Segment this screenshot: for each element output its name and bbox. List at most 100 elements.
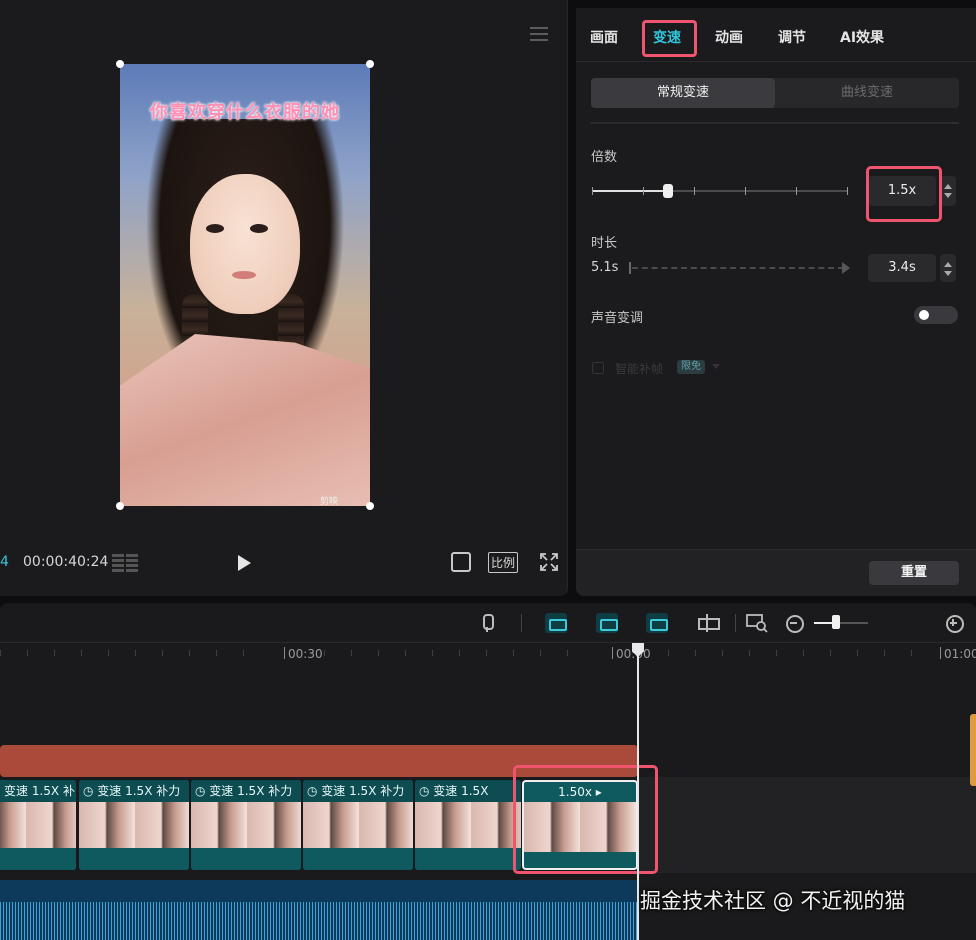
- ruler-tick: [722, 650, 723, 656]
- total-time: 00:00:40:24: [23, 554, 109, 570]
- frame-interp-checkbox[interactable]: [592, 362, 604, 374]
- clip-speed-label: 变速 1.5X: [321, 784, 377, 798]
- video-clip[interactable]: ◷ 变速 1.5X 补力: [79, 780, 189, 870]
- current-time: 4: [0, 554, 9, 570]
- tab-ai-effects[interactable]: AI效果: [840, 27, 884, 47]
- speed-tick: [745, 187, 746, 195]
- speed-tick: [643, 187, 644, 195]
- properties-tabs: [576, 8, 976, 62]
- tab-speed-highlight: [642, 20, 697, 57]
- ruler-tick: [567, 650, 568, 656]
- speed-stepper[interactable]: [940, 176, 956, 206]
- canvas-handle-tr[interactable]: [366, 60, 374, 68]
- tab-animation[interactable]: 动画: [715, 27, 743, 47]
- toolbar-divider: [735, 614, 736, 632]
- ratio-button[interactable]: 比例: [488, 552, 519, 573]
- playhead[interactable]: [637, 646, 639, 940]
- clip-suffix: 补力: [380, 784, 405, 798]
- video-lips: [232, 271, 256, 279]
- ruler-tick: [911, 650, 912, 656]
- canvas-handle-tl[interactable]: [116, 60, 124, 68]
- speed-tick: [847, 187, 848, 195]
- reset-button[interactable]: 重置: [869, 561, 959, 585]
- ruler-label: 01:00: [944, 647, 976, 661]
- video-preview[interactable]: 你喜欢穿什么衣服的她 剪映: [120, 64, 370, 506]
- duration-arrow-icon: [842, 262, 850, 274]
- ruler-tick: [459, 650, 460, 656]
- duration-stepper[interactable]: [940, 254, 956, 282]
- pitch-toggle[interactable]: [914, 306, 958, 324]
- ruler-tick: [668, 650, 669, 656]
- split-icon[interactable]: [696, 613, 720, 633]
- link-clips-icon[interactable]: [545, 613, 567, 633]
- speed-tick: [796, 187, 797, 195]
- play-button[interactable]: [238, 555, 251, 571]
- menu-icon[interactable]: [530, 27, 548, 41]
- video-clip[interactable]: ◷ 变速 1.5X 补力: [303, 780, 413, 870]
- chevron-down-icon[interactable]: [712, 364, 720, 369]
- ruler-tick: [0, 650, 1, 656]
- video-face: [190, 174, 300, 314]
- ruler-tick: [162, 650, 163, 656]
- speed-tick: [592, 187, 593, 195]
- video-clip[interactable]: 变速 1.5X 补力: [0, 780, 76, 870]
- linkage-icon[interactable]: [646, 613, 668, 633]
- speed-tick: [694, 187, 695, 195]
- canvas-handle-br[interactable]: [366, 502, 374, 510]
- fullscreen-icon[interactable]: [540, 553, 558, 571]
- canvas-handle-bl[interactable]: [116, 502, 124, 510]
- tab-image[interactable]: 画面: [590, 27, 618, 47]
- ruler-tick: [27, 650, 28, 656]
- mic-icon[interactable]: [476, 613, 498, 633]
- clip-thumbnail: [303, 802, 413, 848]
- tab-adjust[interactable]: 调节: [778, 27, 806, 47]
- panel-resize-handle[interactable]: [970, 714, 976, 786]
- zoom-slider-knob[interactable]: [832, 615, 840, 629]
- ruler-tick: [749, 650, 750, 656]
- duration-label: 时长: [591, 236, 618, 251]
- video-clip[interactable]: ◷ 变速 1.5X 补力: [191, 780, 301, 870]
- frame-grid-icon[interactable]: [112, 554, 138, 572]
- ruler-tick: [54, 650, 55, 656]
- ruler-tick: [324, 650, 325, 656]
- clip-speed-label: 变速 1.5X: [433, 784, 489, 798]
- ruler-major-tick: [612, 647, 613, 659]
- video-eye-left: [206, 224, 224, 233]
- ruler-tick: [803, 650, 804, 656]
- clip-thumbnail: [415, 802, 521, 848]
- duration-input[interactable]: 3.4s: [868, 254, 936, 282]
- clip-thumbnail: [79, 802, 189, 848]
- ruler-tick: [108, 650, 109, 656]
- clip-suffix: 补力: [156, 784, 181, 798]
- toolbar-divider: [521, 614, 522, 632]
- frame-interp-label: 智能补帧: [615, 362, 664, 376]
- track-background: [638, 777, 976, 873]
- free-badge: 限免: [677, 360, 705, 374]
- ruler-tick: [135, 650, 136, 656]
- clip-suffix: 补力: [62, 784, 76, 798]
- clip-speed-label: 变速 1.5X: [4, 784, 60, 798]
- ruler-major-tick: [940, 647, 941, 659]
- video-eye-right: [250, 224, 268, 233]
- fit-view-icon[interactable]: [451, 552, 471, 572]
- speed-slider-knob[interactable]: [663, 184, 673, 198]
- video-caption: 你喜欢穿什么衣服的她: [150, 102, 340, 123]
- clip-suffix: 补力: [268, 784, 293, 798]
- speed-slider-fill: [592, 190, 668, 192]
- ruler-tick: [243, 650, 244, 656]
- snap-icon[interactable]: [596, 613, 618, 633]
- ruler-tick: [378, 650, 379, 656]
- segment-curve-speed[interactable]: 曲线变速: [775, 78, 959, 108]
- ruler-tick: [486, 650, 487, 656]
- clip-speed-label: 变速 1.5X: [209, 784, 265, 798]
- preview-zoom-icon[interactable]: [746, 613, 768, 633]
- zoom-in-icon[interactable]: [944, 613, 966, 633]
- duration-slider-start: [629, 262, 631, 274]
- ruler-tick: [513, 650, 514, 656]
- video-clip[interactable]: ◷ 变速 1.5X: [415, 780, 521, 870]
- ruler-tick: [695, 650, 696, 656]
- ruler-tick: [432, 650, 433, 656]
- ruler-tick: [540, 650, 541, 656]
- segment-normal-speed[interactable]: 常规变速: [591, 78, 775, 108]
- zoom-out-icon[interactable]: [784, 613, 806, 633]
